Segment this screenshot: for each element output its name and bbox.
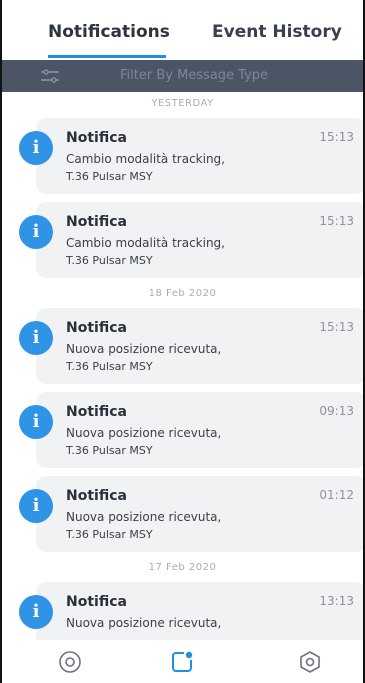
tab-bar: Notifications Event History [2, 0, 363, 60]
target-circle-icon[interactable] [58, 650, 82, 674]
date-separator: 17 Feb 2020 [148, 562, 217, 573]
notification-title: Notifica [66, 594, 127, 610]
notification-title: Notifica [66, 404, 127, 420]
notification-time: 15:13 [319, 214, 354, 228]
date-separator: YESTERDAY [151, 98, 214, 109]
notification-device: T.36 Pulsar MSY [66, 170, 153, 183]
notification-time: 15:13 [319, 320, 354, 334]
hexagon-settings-icon[interactable] [298, 650, 322, 674]
notification-title: Notifica [66, 214, 127, 230]
filter-bar[interactable]: Filter By Message Type [2, 60, 363, 92]
date-separator: 18 Feb 2020 [148, 288, 217, 299]
notification-card[interactable]: Notifica 15:13 Nuova posizione ricevuta, T.… [36, 308, 363, 384]
active-tab-indicator [48, 55, 166, 58]
info-icon: i [19, 215, 53, 249]
app-screen: Notifications Event History Filter By Me… [0, 0, 365, 683]
notification-message: Nuova posizione ricevuta, [66, 616, 222, 630]
info-icon: i [19, 405, 53, 439]
notification-message: Nuova posizione ricevuta, [66, 426, 222, 440]
notification-card[interactable]: Notifica 13:13 Nuova posizione ricevuta, [36, 582, 363, 640]
notification-title: Notifica [66, 130, 127, 146]
notification-title: Notifica [66, 488, 127, 504]
notification-card[interactable]: Notifica 01:12 Nuova posizione ricevuta, T.… [36, 476, 363, 552]
info-icon: i [19, 489, 53, 523]
notification-card[interactable]: Notifica 15:13 Cambio modalità tracking, T.… [36, 202, 363, 278]
info-icon: i [19, 595, 53, 629]
tab-notifications[interactable]: Notifications [48, 22, 170, 42]
notification-list[interactable]: YESTERDAY Notifica 15:13 Cambio modalità tr… [2, 92, 363, 640]
notification-time: 09:13 [319, 404, 354, 418]
notification-device: T.36 Pulsar MSY [66, 360, 153, 373]
notification-device: T.36 Pulsar MSY [66, 528, 153, 541]
notification-device: T.36 Pulsar MSY [66, 254, 153, 267]
notifications-square-icon[interactable] [170, 650, 194, 674]
notification-message: Cambio modalità tracking, [66, 152, 225, 166]
notification-message: Cambio modalità tracking, [66, 236, 225, 250]
filter-sliders-icon[interactable] [40, 69, 60, 83]
notification-title: Notifica [66, 320, 127, 336]
notification-message: Nuova posizione ricevuta, [66, 510, 222, 524]
notification-time: 15:13 [319, 130, 354, 144]
notification-time: 13:13 [319, 594, 354, 608]
notification-card[interactable]: Notifica 09:13 Nuova posizione ricevuta, T.… [36, 392, 363, 468]
notification-message: Nuova posizione ricevuta, [66, 342, 222, 356]
info-icon: i [19, 131, 53, 165]
filter-label[interactable]: Filter By Message Type [120, 68, 268, 83]
info-icon: i [19, 321, 53, 355]
notification-device: T.36 Pulsar MSY [66, 444, 153, 457]
notification-time: 01:12 [319, 488, 354, 502]
notification-card[interactable]: Notifica 15:13 Cambio modalità tracking, T.… [36, 118, 363, 194]
bottom-navigation [2, 640, 363, 683]
tab-event-history[interactable]: Event History [212, 22, 342, 42]
